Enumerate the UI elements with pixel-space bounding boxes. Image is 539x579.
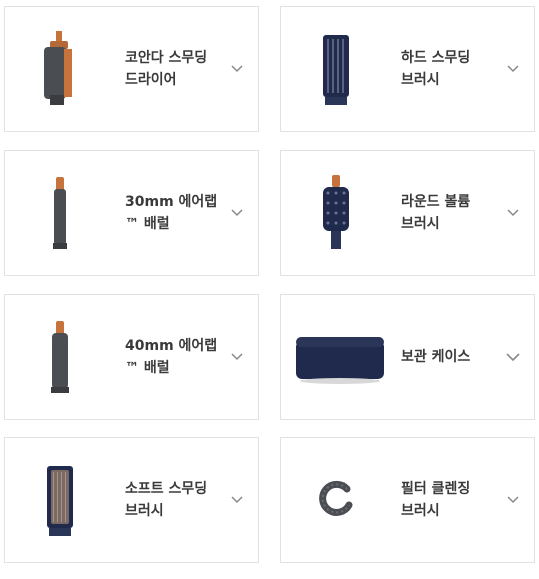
soft-smoothing-brush-icon xyxy=(5,438,115,562)
30mm-barrel-icon xyxy=(5,151,115,275)
chevron-down-icon[interactable] xyxy=(230,350,244,364)
accessory-label: 코안다 스무딩 드라이어 xyxy=(125,50,208,88)
accessory-label: 소프트 스무딩 브러시 xyxy=(125,481,208,519)
chevron-down-icon[interactable] xyxy=(506,493,520,507)
accessory-label: 라운드 볼륨 브러시 xyxy=(401,194,471,232)
accessory-card-soft-smoothing-brush[interactable]: 소프트 스무딩 브러시 xyxy=(4,437,259,563)
40mm-barrel-icon xyxy=(5,295,115,419)
chevron-down-icon[interactable] xyxy=(230,62,244,76)
accessory-card-coanda-dryer[interactable]: 코안다 스무딩 드라이어 xyxy=(4,6,259,132)
accessory-card-firm-smoothing-brush[interactable]: 하드 스무딩 브러시 xyxy=(280,6,535,132)
accessory-card-filter-cleaning-brush[interactable]: 필터 클렌징 브러시 xyxy=(280,437,535,563)
chevron-down-icon[interactable] xyxy=(506,350,520,364)
round-volume-brush-icon xyxy=(281,151,391,275)
accessory-card-40mm-barrel[interactable]: 40mm 에어랩 ™ 배럴 xyxy=(4,294,259,420)
accessory-label: 40mm 에어랩 ™ 배럴 xyxy=(125,338,218,376)
filter-cleaning-brush-icon xyxy=(281,438,391,562)
accessory-card-30mm-barrel[interactable]: 30mm 에어랩 ™ 배럴 xyxy=(4,150,259,276)
accessory-label: 보관 케이스 xyxy=(401,349,471,365)
accessory-card-storage-case[interactable]: 보관 케이스 xyxy=(280,294,535,420)
coanda-smoothing-dryer-icon xyxy=(5,7,115,131)
accessory-card-round-volume-brush[interactable]: 라운드 볼륨 브러시 xyxy=(280,150,535,276)
accessory-label: 30mm 에어랩 ™ 배럴 xyxy=(125,194,218,232)
chevron-down-icon[interactable] xyxy=(506,62,520,76)
accessory-label: 하드 스무딩 브러시 xyxy=(401,50,471,88)
firm-smoothing-brush-icon xyxy=(281,7,391,131)
storage-case-icon xyxy=(281,295,399,419)
chevron-down-icon[interactable] xyxy=(506,206,520,220)
chevron-down-icon[interactable] xyxy=(230,206,244,220)
chevron-down-icon[interactable] xyxy=(230,493,244,507)
accessory-label: 필터 클렌징 브러시 xyxy=(401,481,471,519)
